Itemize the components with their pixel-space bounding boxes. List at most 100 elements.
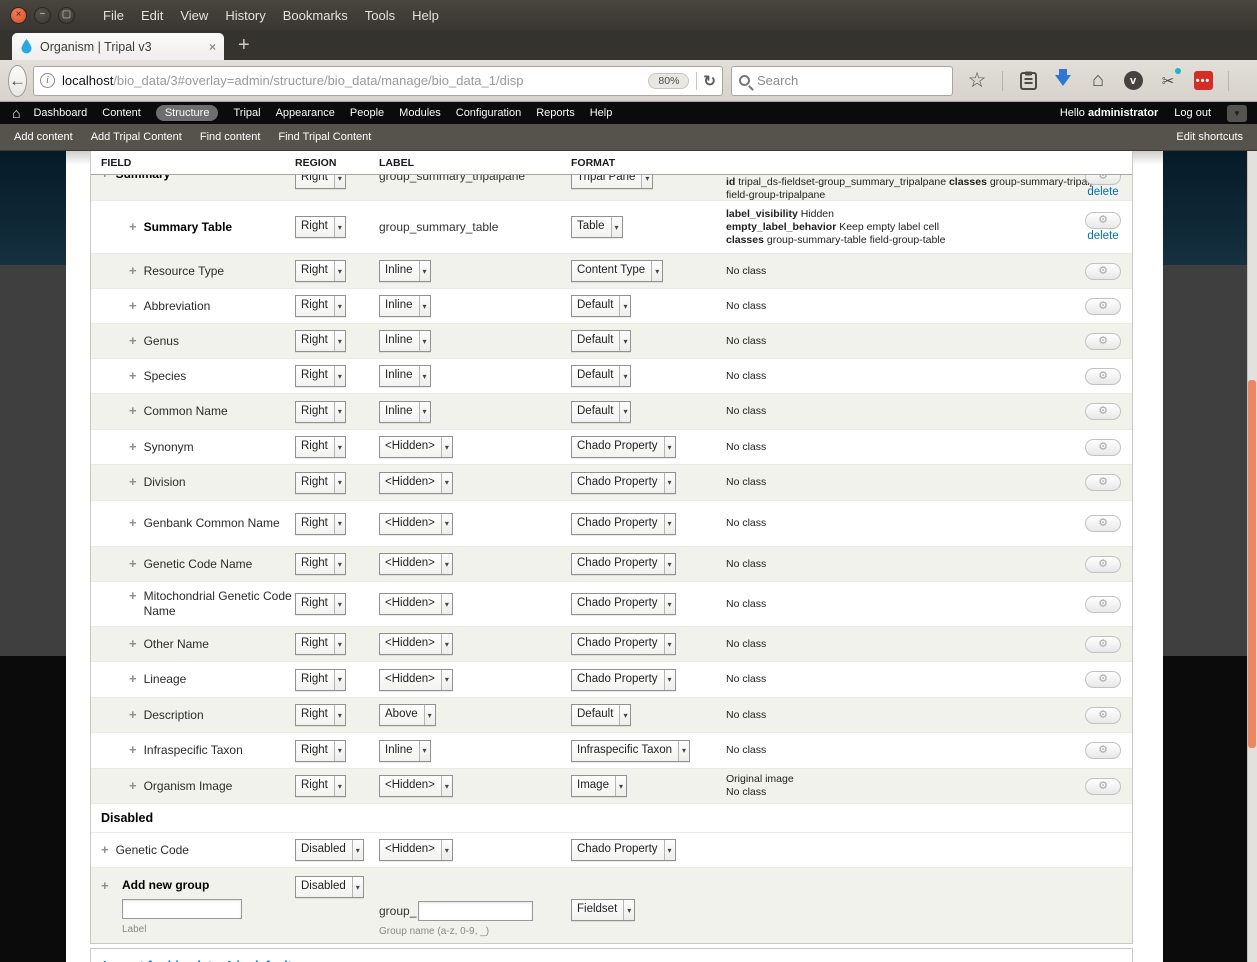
admin-item-appearance[interactable]: Appearance bbox=[276, 107, 335, 119]
label-select[interactable]: <Hidden>▾ bbox=[379, 593, 453, 615]
zoom-level-badge[interactable]: 80% bbox=[648, 73, 689, 89]
format-select[interactable]: Fieldset▾ bbox=[571, 899, 635, 921]
drag-handle-icon[interactable]: + bbox=[129, 779, 137, 793]
format-select[interactable]: Default▾ bbox=[571, 330, 631, 352]
region-select[interactable]: Right▾ bbox=[295, 669, 346, 691]
format-select[interactable]: Chado Property▾ bbox=[571, 593, 676, 615]
format-select[interactable]: Chado Property▾ bbox=[571, 669, 676, 691]
label-select[interactable]: Inline▾ bbox=[379, 330, 431, 352]
drag-handle-icon[interactable]: + bbox=[129, 369, 137, 383]
window-minimize-button[interactable]: − bbox=[34, 7, 51, 24]
page-scrollbar[interactable] bbox=[1247, 151, 1257, 962]
reload-icon[interactable]: ↻ bbox=[703, 72, 716, 90]
admin-item-tripal[interactable]: Tripal bbox=[233, 107, 260, 119]
delete-link[interactable]: delete bbox=[1087, 230, 1118, 242]
format-select[interactable]: Chado Property▾ bbox=[571, 553, 676, 575]
bookmarks-panel-icon[interactable] bbox=[1018, 71, 1038, 91]
label-select[interactable]: Inline▾ bbox=[379, 295, 431, 317]
settings-gear-button[interactable]: ⚙ bbox=[1085, 175, 1121, 185]
region-select[interactable]: Right▾ bbox=[295, 740, 346, 762]
label-select[interactable]: <Hidden>▾ bbox=[379, 669, 453, 691]
new-group-name-input[interactable] bbox=[418, 901, 533, 921]
back-button[interactable]: ← bbox=[8, 65, 27, 97]
label-select[interactable]: <Hidden>▾ bbox=[379, 472, 453, 494]
format-select[interactable]: Default▾ bbox=[571, 295, 631, 317]
edit-shortcuts-link[interactable]: Edit shortcuts bbox=[1176, 131, 1243, 143]
pocket-icon[interactable]: v bbox=[1123, 71, 1143, 91]
browser-tab-active[interactable]: Organism | Tripal v3 × bbox=[12, 33, 224, 60]
drag-handle-icon[interactable]: + bbox=[129, 743, 137, 757]
drag-handle-icon[interactable]: + bbox=[129, 637, 137, 651]
region-select[interactable]: Right▾ bbox=[295, 175, 346, 189]
format-select[interactable]: Default▾ bbox=[571, 365, 631, 387]
drag-handle-icon[interactable]: + bbox=[129, 557, 137, 571]
shortcut-find-tripal-content[interactable]: Find Tripal Content bbox=[278, 131, 371, 143]
format-select[interactable]: Chado Property▾ bbox=[571, 839, 676, 861]
region-select[interactable]: Right▾ bbox=[295, 295, 346, 317]
format-select[interactable]: Chado Property▾ bbox=[571, 436, 676, 458]
scrollbar-thumb[interactable] bbox=[1248, 380, 1256, 748]
region-select[interactable]: Right▾ bbox=[295, 472, 346, 494]
menu-file[interactable]: File bbox=[103, 8, 124, 23]
drag-handle-icon[interactable]: + bbox=[129, 708, 137, 722]
drag-handle-icon[interactable]: + bbox=[129, 299, 137, 313]
logout-link[interactable]: Log out bbox=[1174, 107, 1211, 119]
new-group-label-input[interactable] bbox=[122, 899, 242, 919]
admin-item-reports[interactable]: Reports bbox=[536, 107, 575, 119]
drag-handle-icon[interactable]: + bbox=[129, 334, 137, 348]
settings-gear-button[interactable]: ⚙ bbox=[1085, 636, 1121, 653]
settings-gear-button[interactable]: ⚙ bbox=[1085, 742, 1121, 759]
region-select[interactable]: Right▾ bbox=[295, 365, 346, 387]
new-tab-button[interactable]: + bbox=[238, 34, 250, 57]
format-select[interactable]: Infraspecific Taxon▾ bbox=[571, 740, 690, 762]
label-select[interactable]: Inline▾ bbox=[379, 365, 431, 387]
drag-handle-icon[interactable]: + bbox=[101, 175, 109, 181]
label-select[interactable]: <Hidden>▾ bbox=[379, 553, 453, 575]
format-select[interactable]: Default▾ bbox=[571, 704, 631, 726]
menu-bookmarks[interactable]: Bookmarks bbox=[283, 8, 348, 23]
window-maximize-button[interactable]: ▢ bbox=[58, 7, 75, 24]
settings-gear-button[interactable]: ⚙ bbox=[1085, 212, 1121, 229]
admin-item-people[interactable]: People bbox=[350, 107, 384, 119]
window-close-button[interactable]: × bbox=[10, 7, 27, 24]
format-select[interactable]: Content Type▾ bbox=[571, 260, 663, 282]
menu-tools[interactable]: Tools bbox=[365, 8, 395, 23]
region-select[interactable]: Right▾ bbox=[295, 216, 346, 238]
admin-item-structure[interactable]: Structure bbox=[156, 105, 219, 121]
region-select[interactable]: Right▾ bbox=[295, 513, 346, 535]
url-bar[interactable]: i localhost/bio_data/3#overlay=admin/str… bbox=[33, 66, 723, 96]
drag-handle-icon[interactable]: + bbox=[129, 440, 137, 454]
region-select[interactable]: Disabled▾ bbox=[295, 839, 364, 861]
settings-gear-button[interactable]: ⚙ bbox=[1085, 333, 1121, 350]
settings-gear-button[interactable]: ⚙ bbox=[1085, 263, 1121, 280]
region-select[interactable]: Right▾ bbox=[295, 704, 346, 726]
bookmark-star-icon[interactable]: ☆ bbox=[967, 71, 987, 91]
drag-handle-icon[interactable]: + bbox=[129, 589, 137, 603]
delete-link[interactable]: delete bbox=[1087, 186, 1118, 198]
menu-edit[interactable]: Edit bbox=[141, 8, 163, 23]
region-select[interactable]: Right▾ bbox=[295, 330, 346, 352]
drag-handle-icon[interactable]: + bbox=[101, 879, 109, 893]
downloads-icon[interactable] bbox=[1053, 71, 1073, 91]
format-select[interactable]: Image▾ bbox=[571, 775, 627, 797]
drag-handle-icon[interactable]: + bbox=[129, 404, 137, 418]
label-select[interactable]: Inline▾ bbox=[379, 401, 431, 423]
format-select[interactable]: Chado Property▾ bbox=[571, 633, 676, 655]
lastpass-extension-icon[interactable]: ••• bbox=[1193, 71, 1213, 91]
format-select[interactable]: Tripal Pane▾ bbox=[571, 175, 653, 189]
label-select[interactable]: <Hidden>▾ bbox=[379, 436, 453, 458]
format-select[interactable]: Chado Property▾ bbox=[571, 472, 676, 494]
label-select[interactable]: Above▾ bbox=[379, 704, 436, 726]
tab-close-icon[interactable]: × bbox=[209, 40, 216, 54]
settings-gear-button[interactable]: ⚙ bbox=[1085, 778, 1121, 795]
region-select[interactable]: Right▾ bbox=[295, 775, 346, 797]
region-select[interactable]: Right▾ bbox=[295, 436, 346, 458]
settings-gear-button[interactable]: ⚙ bbox=[1085, 596, 1121, 613]
region-select[interactable]: Disabled▾ bbox=[295, 876, 364, 898]
settings-gear-button[interactable]: ⚙ bbox=[1085, 707, 1121, 724]
region-select[interactable]: Right▾ bbox=[295, 593, 346, 615]
settings-gear-button[interactable]: ⚙ bbox=[1085, 298, 1121, 315]
settings-gear-button[interactable]: ⚙ bbox=[1085, 671, 1121, 688]
settings-gear-button[interactable]: ⚙ bbox=[1085, 515, 1121, 532]
admin-item-configuration[interactable]: Configuration bbox=[456, 107, 521, 119]
